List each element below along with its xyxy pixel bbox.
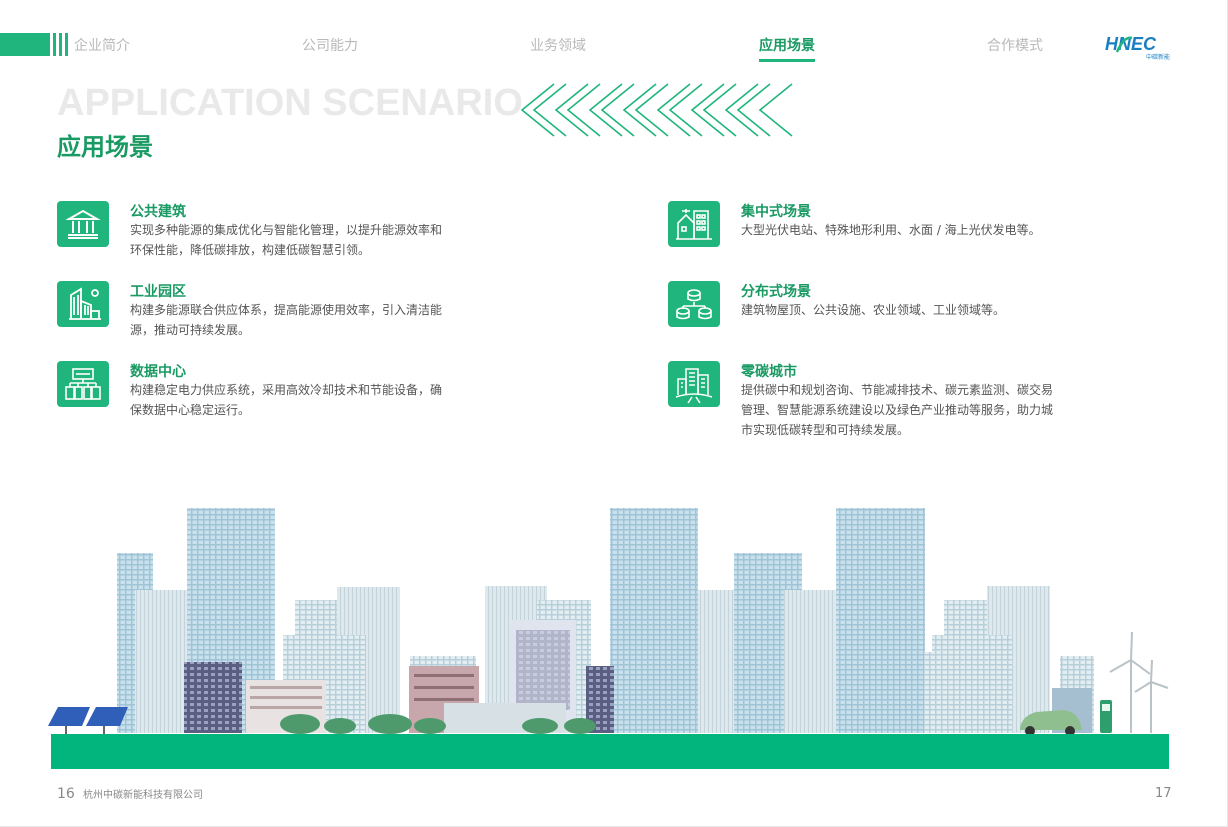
company-name: 杭州中碳新能科技有限公司: [82, 790, 203, 801]
top-nav: 企业简介 公司能力 业务领域 应用场景 合作模式: [0, 33, 1227, 63]
footer-left: 16 杭州中碳新能科技有限公司: [57, 786, 203, 802]
scenario-description: 大型光伏电站、特殊地形利用、水面 / 海上光伏发电等。: [741, 223, 1041, 237]
scenario-title: 分布式场景: [741, 284, 811, 300]
chevron-arrows-decoration: [520, 83, 793, 137]
nav-item-company-intro[interactable]: 企业简介: [74, 35, 130, 55]
scenario-title: 公共建筑: [130, 204, 186, 220]
page-number-right: 17: [1155, 786, 1172, 801]
wind-turbines: [1109, 631, 1169, 733]
bank-building-icon: [57, 201, 109, 247]
centralized-building-icon: [668, 201, 720, 247]
scenario-description: 构建稳定电力供应系统，采用高效冷却技术和节能设备，确保数据中心稳定运行。: [130, 383, 443, 417]
scenario-description: 构建多能源联合供应体系，提高能源使用效率，引入清洁能源，推动可持续发展。: [130, 303, 443, 337]
scenario-title: 集中式场景: [741, 204, 811, 220]
logo-subtext: 中碳新能: [1146, 53, 1170, 61]
nav-item-capability[interactable]: 公司能力: [302, 35, 358, 55]
english-title: APPLICATION SCENARIO: [57, 82, 523, 124]
distributed-network-icon: [668, 281, 720, 327]
company-logo: HNEC 中碳新能: [1105, 34, 1170, 61]
nav-item-business[interactable]: 业务领域: [530, 35, 586, 55]
nav-item-cooperation[interactable]: 合作模式: [987, 35, 1043, 55]
nav-item-scenarios[interactable]: 应用场景: [759, 35, 815, 62]
scenario-title: 零碳城市: [741, 364, 797, 380]
scenario-title: 工业园区: [130, 284, 186, 300]
solar-panels: [48, 707, 128, 734]
data-center-icon: [57, 361, 109, 407]
scenario-description: 建筑物屋顶、公共设施、农业领域、工业领域等。: [741, 303, 1006, 317]
brochure-page: 企业简介 公司能力 业务领域 应用场景 合作模式 HNEC 中碳新能 APPLI…: [0, 0, 1228, 827]
page-number-left: 16: [57, 786, 75, 802]
page-title: 应用场景: [57, 133, 153, 161]
green-ground-band: [51, 734, 1169, 769]
scenario-description: 提供碳中和规划咨询、节能减排技术、碳元素监测、碳交易管理、智慧能源系统建设以及绿…: [741, 383, 1054, 437]
zero-carbon-city-icon: [668, 361, 720, 407]
scenario-description: 实现多种能源的集成优化与智能化管理，以提升能源效率和环保性能，降低碳排放，构建低…: [130, 223, 443, 257]
scenario-title: 数据中心: [130, 364, 186, 380]
industrial-park-icon: [57, 281, 109, 327]
